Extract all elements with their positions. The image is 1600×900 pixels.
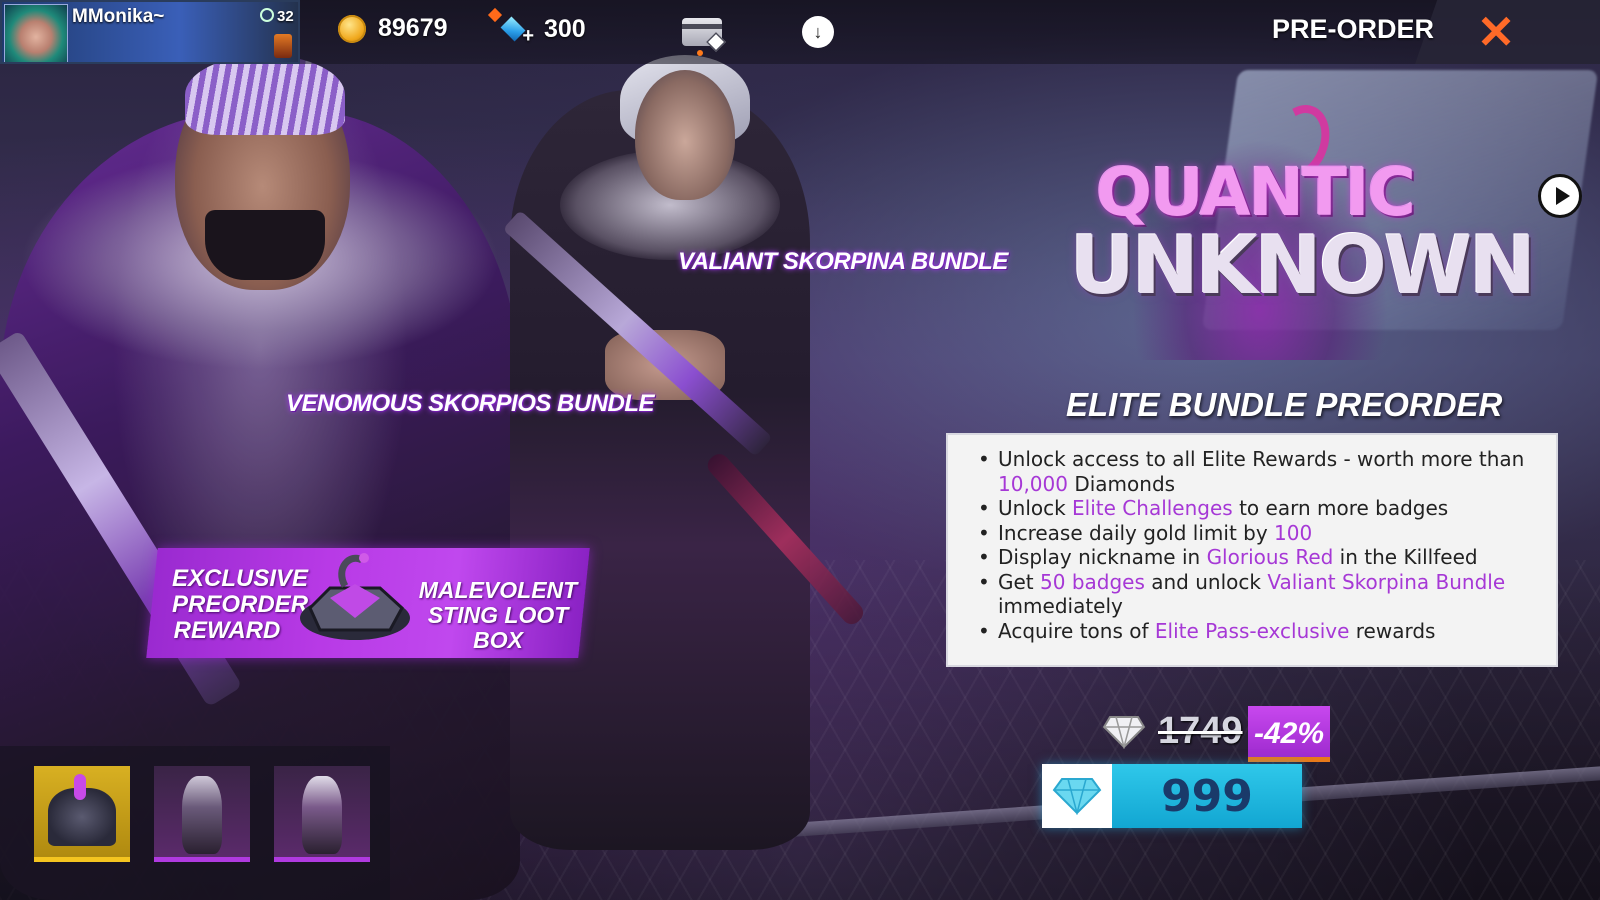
valiant-bundle-label: VALIANT SKORPINA BUNDLE — [678, 248, 1008, 275]
rank-badge-icon — [274, 34, 292, 58]
benefit-text: Unlock access to all Elite Rewards - wor… — [998, 447, 1525, 471]
lootbox-icon — [48, 774, 116, 846]
close-icon[interactable]: ✕ — [1474, 9, 1518, 55]
benefit-text: Unlock — [998, 496, 1073, 520]
benefit-highlight: 100 — [1274, 520, 1313, 545]
venomous-bundle-label: VENOMOUS SKORPIOS BUNDLE — [286, 390, 655, 417]
diamond-amount: 300 — [544, 14, 586, 43]
level-indicator: 32 — [260, 8, 294, 25]
benefit-highlight: Elite Pass-exclusive — [1154, 618, 1350, 643]
level-value: 32 — [277, 8, 294, 25]
gold-coin-icon — [338, 14, 366, 43]
benefits-panel: Unlock access to all Elite Rewards - wor… — [946, 433, 1558, 667]
benefit-item: Increase daily gold limit by 100 — [978, 520, 1536, 546]
sale-price: 999 — [1161, 770, 1253, 822]
benefit-text: and unlock — [1144, 569, 1268, 594]
plus-icon: + — [522, 25, 534, 47]
benefit-text: immediately — [998, 594, 1123, 618]
loot-box-label: MALEVOLENT STING LOOT BOX — [418, 577, 578, 653]
play-icon[interactable] — [1538, 174, 1582, 218]
event-logo: QUANTIC UNKNOWN — [1070, 154, 1536, 340]
page-title: PRE-ORDER — [1272, 14, 1435, 44]
benefit-highlight: Elite Challenges — [1072, 496, 1233, 520]
avatar[interactable] — [4, 4, 68, 62]
download-cloud-icon[interactable]: ↓ — [802, 16, 834, 48]
benefit-text: Diamonds — [1067, 471, 1176, 496]
gold-amount: 89679 — [378, 14, 448, 42]
benefit-highlight: 50 badges — [1040, 569, 1145, 594]
benefit-text: Display nickname in — [998, 545, 1207, 569]
benefit-highlight: 10,000 — [998, 471, 1068, 496]
benefit-item: Unlock access to all Elite Rewards - wor… — [978, 447, 1536, 496]
exclusive-reward-label: EXCLUSIVE PREORDER REWARD — [172, 565, 309, 644]
face-mask-art — [205, 210, 325, 280]
preorder-screen: MMonika~ 32 89679 + 300 ↓ PRE-ORDER ✕ VA… — [0, 0, 1600, 900]
original-price: 1749 — [1158, 710, 1243, 752]
braided-hair-art — [185, 55, 345, 135]
discount-badge: -42% — [1248, 706, 1330, 762]
benefit-highlight: Valiant Skorpina Bundle — [1267, 569, 1506, 594]
elite-bundle-title: ELITE BUNDLE PREORDER — [1066, 386, 1503, 423]
buy-button[interactable]: 999 — [1042, 764, 1302, 828]
benefit-text: in the Killfeed — [1333, 545, 1478, 569]
character-figure-icon — [182, 776, 222, 854]
username: MMonika~ — [72, 6, 165, 27]
benefits-list: Unlock access to all Elite Rewards - wor… — [978, 447, 1536, 644]
card-diamond-icon[interactable] — [682, 18, 722, 46]
benefit-text: Increase daily gold limit by — [998, 520, 1275, 545]
diamond-topup-icon[interactable]: + — [487, 7, 534, 47]
thumbnail-loot-box[interactable] — [34, 766, 130, 862]
lootbox-icon — [290, 548, 420, 648]
level-icon — [260, 8, 274, 22]
diamond-counter[interactable]: + 300 — [487, 7, 586, 47]
character-figure-icon — [302, 776, 342, 854]
profile-card[interactable]: MMonika~ 32 — [0, 0, 300, 64]
thumbnail-valiant-bundle[interactable] — [274, 766, 370, 862]
diamond-icon — [1102, 715, 1146, 750]
benefit-text: Acquire tons of — [998, 618, 1155, 643]
logo-title-line2: UNKNOWN — [1070, 219, 1536, 312]
benefit-item: Acquire tons of Elite Pass-exclusive rew… — [978, 618, 1536, 644]
logo-title-line1: QUANTIC — [1096, 154, 1416, 231]
benefit-item: Get 50 badges and unlock Valiant Skorpin… — [978, 569, 1536, 619]
benefit-text: Get — [998, 569, 1041, 594]
notification-dot — [697, 50, 703, 56]
benefit-item: Unlock Elite Challenges to earn more bad… — [978, 496, 1536, 521]
thumbnail-venomous-bundle[interactable] — [154, 766, 250, 862]
benefit-text: rewards — [1349, 618, 1436, 643]
benefit-item: Display nickname in Glorious Red in the … — [978, 545, 1536, 570]
benefit-highlight: Glorious Red — [1206, 545, 1334, 569]
benefit-text: to earn more badges — [1232, 496, 1449, 520]
gold-counter: 89679 — [338, 14, 448, 43]
character-head-art — [635, 70, 735, 200]
diamond-icon — [1042, 764, 1112, 828]
